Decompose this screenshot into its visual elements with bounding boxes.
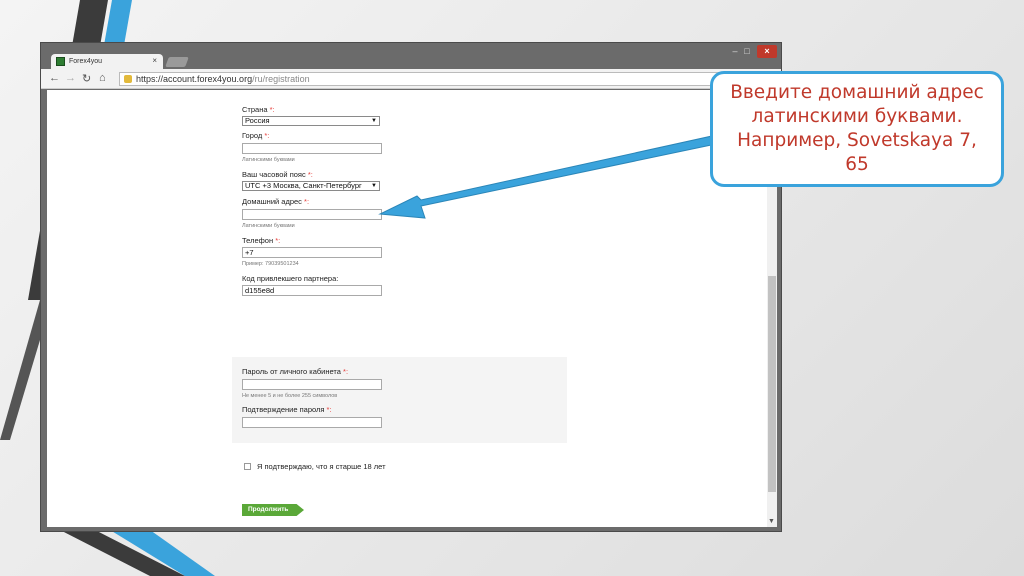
instruction-callout: Введите домашний адрес латинскими буквам… xyxy=(710,71,1004,187)
callout-pointer-arrow-icon xyxy=(378,135,717,219)
